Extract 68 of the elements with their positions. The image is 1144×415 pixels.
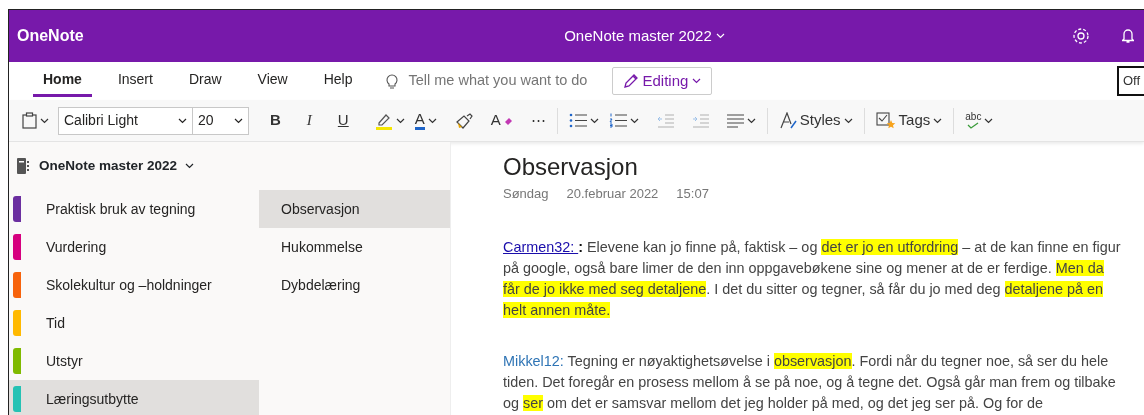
- numbered-list-icon: [608, 113, 627, 128]
- decrease-indent-icon: [656, 113, 674, 128]
- page-item[interactable]: Dybdelæring: [259, 266, 450, 304]
- caret-icon: [933, 117, 943, 124]
- note-paragraph: Mikkel12: Tegning er nøyaktighetsøvelse i observasjon. Fordi når du tegner noe, så ser du hele tiden. Det foregår en prosess mellom å se på noe, og å tegne det. Også går man frem og tilbake og ser om det er samsvar mellom det jeg holder på med, og det jeg ser på. Og for de: [503, 351, 1117, 413]
- bulleted-list-icon: [568, 113, 587, 128]
- notebook-title-dropdown[interactable]: OneNote master 2022: [563, 23, 726, 49]
- note-paragraph: Carmen32: : Elevene kan jo finne på, faktisk – og det er jo en utfordring – at de kan finne en figur på google, også bare limer de den inn oppgavebøkene sine og mener at de er ferdige. Men da får de jo ikke med seg detaljene. I det du sitter og tegner, så får du jo med deg detaljene på en helt annen måte.: [503, 237, 1121, 320]
- caret-icon: [746, 117, 756, 124]
- page-title: Observasjon: [503, 152, 639, 182]
- app-name: OneNote: [17, 26, 85, 46]
- checkmark-icon: [967, 122, 980, 129]
- ribbon-tab[interactable]: Home: [33, 65, 92, 97]
- bold-button[interactable]: B: [265, 107, 286, 134]
- notebook-dropdown[interactable]: OneNote master 2022: [39, 155, 195, 177]
- eraser-icon: [503, 116, 513, 125]
- caret-icon: [178, 117, 187, 124]
- bell-icon[interactable]: [1122, 28, 1134, 44]
- font-family-dropdown[interactable]: Calibri Light: [58, 106, 193, 135]
- italic-button[interactable]: I: [301, 107, 317, 134]
- clear-formatting-button[interactable]: A: [485, 107, 518, 134]
- font-color-button[interactable]: A: [409, 109, 442, 132]
- caret-icon: [843, 117, 853, 124]
- caret-icon: [427, 117, 437, 124]
- caret-icon: [715, 33, 725, 39]
- increase-indent-icon: [691, 113, 709, 128]
- caret-icon: [589, 117, 599, 124]
- section-item[interactable]: Tid: [9, 304, 259, 342]
- caret-icon: [395, 117, 405, 124]
- caret-icon: [629, 117, 639, 124]
- page-date: 20.februar 2022: [566, 185, 659, 203]
- styles-icon: [778, 112, 797, 129]
- ribbon-tab[interactable]: View: [247, 65, 298, 97]
- underline-button[interactable]: U: [332, 107, 354, 134]
- caret-icon: [984, 117, 994, 124]
- section-item[interactable]: Utstyr: [9, 342, 259, 380]
- settings-icon[interactable]: [1072, 27, 1090, 45]
- caret-icon: [234, 117, 243, 124]
- notebook-icon: [17, 158, 29, 174]
- ribbon-tab[interactable]: Help: [313, 65, 363, 97]
- section-item[interactable]: Praktisk bruk av tegning: [9, 190, 259, 228]
- section-item[interactable]: Vurdering: [9, 228, 259, 266]
- paintbrush-icon: [454, 112, 473, 129]
- styles-button[interactable]: Styles: [773, 107, 858, 134]
- section-item[interactable]: Læringsutbytte: [9, 380, 259, 415]
- caret-icon: [40, 117, 49, 124]
- ribbon-tab[interactable]: Insert: [107, 65, 163, 97]
- align-icon: [726, 113, 744, 128]
- speaker-link[interactable]: Carmen32:: [503, 238, 579, 255]
- pencil-icon: [623, 73, 639, 89]
- section-item[interactable]: Skolekultur og –holdninger: [9, 266, 259, 304]
- more-button[interactable]: ⋯: [525, 107, 551, 134]
- editing-mode-button[interactable]: Editing: [612, 66, 713, 96]
- caret-icon: [185, 163, 195, 169]
- tell-me-search-field[interactable]: Tell me what you want to do: [406, 69, 597, 93]
- clipped-button[interactable]: Off: [1116, 66, 1144, 96]
- clipboard-icon: [22, 112, 37, 129]
- spelling-button[interactable]: abc: [960, 110, 999, 131]
- ribbon-tab[interactable]: Draw: [178, 65, 232, 97]
- page-item[interactable]: Observasjon: [259, 190, 450, 228]
- page-day: Søndag: [503, 184, 549, 204]
- page-item[interactable]: Hukommelse: [259, 228, 450, 266]
- page-time: 15:07: [676, 185, 709, 203]
- lightbulb-icon: [386, 72, 399, 90]
- caret-icon: [692, 78, 702, 84]
- font-size-dropdown[interactable]: 20: [193, 106, 249, 135]
- tag-star-icon: [875, 111, 896, 130]
- tags-button[interactable]: Tags: [870, 107, 948, 134]
